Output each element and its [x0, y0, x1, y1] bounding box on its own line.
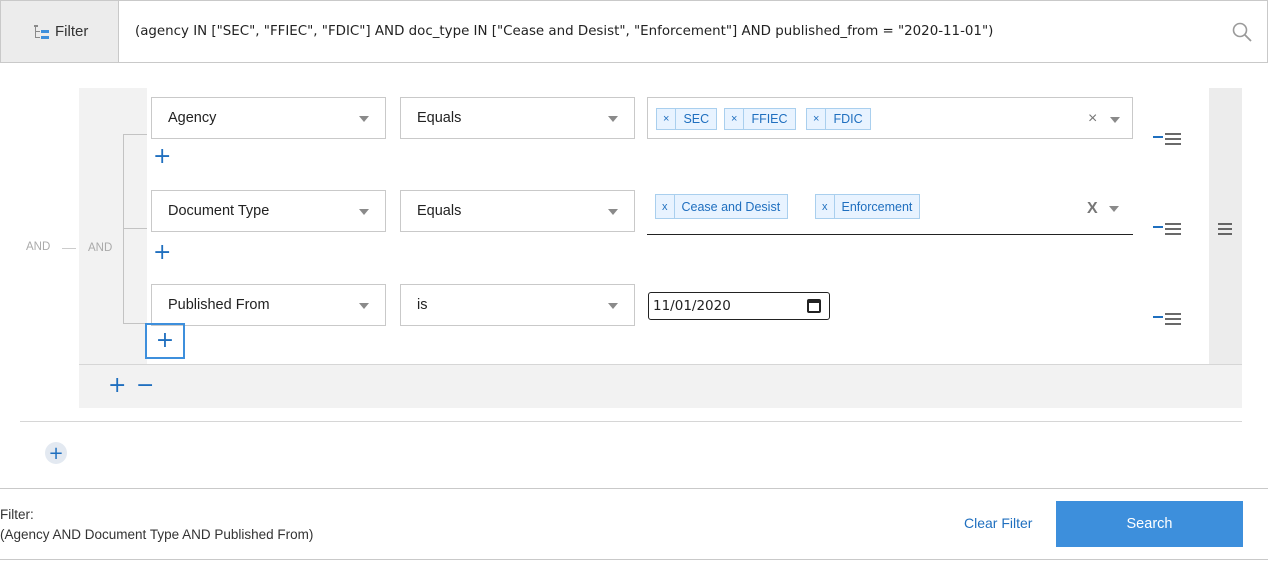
field-select-agency[interactable]: Agency: [151, 97, 386, 139]
footer-bar: Filter: (Agency AND Document Type AND Pu…: [0, 488, 1268, 560]
tag-label: FFIEC: [751, 112, 788, 126]
value-multiselect-document-type[interactable]: x Cease and Desist x Enforcement X: [647, 184, 1133, 235]
tree-branch: [123, 134, 147, 135]
tag-label: Enforcement: [841, 199, 913, 214]
field-select-value: Agency: [168, 110, 217, 126]
tag-remove-icon[interactable]: x: [656, 195, 675, 218]
add-row-button[interactable]: +: [153, 242, 171, 264]
outer-conjunction[interactable]: AND: [26, 241, 50, 253]
filter-tree-icon: [33, 23, 53, 41]
remove-group-button[interactable]: −: [136, 373, 154, 398]
chevron-down-icon: [608, 116, 618, 122]
clear-icon[interactable]: X: [1087, 200, 1098, 218]
inner-conjunction[interactable]: AND: [88, 242, 112, 254]
row-menu-icon[interactable]: [1153, 312, 1183, 326]
clear-icon[interactable]: ×: [1088, 110, 1097, 128]
tag-remove-icon[interactable]: ×: [807, 109, 827, 129]
chevron-down-icon[interactable]: [1110, 117, 1120, 123]
chevron-down-icon: [359, 116, 369, 122]
value-tag: x Enforcement: [815, 194, 921, 219]
field-select-value: Published From: [168, 297, 270, 313]
chevron-down-icon[interactable]: [1109, 206, 1119, 212]
chevron-down-icon: [359, 209, 369, 215]
operator-select-value: is: [417, 297, 428, 313]
footer-title: Filter:: [0, 507, 34, 522]
value-multiselect-agency[interactable]: × SEC × FFIEC × FDIC ×: [647, 97, 1133, 139]
filter-toggle-button[interactable]: Filter: [1, 1, 119, 62]
field-select-value: Document Type: [168, 203, 270, 219]
tag-label: SEC: [683, 112, 710, 126]
add-group-button[interactable]: +: [108, 373, 126, 398]
chevron-down-icon: [359, 303, 369, 309]
search-icon[interactable]: [1231, 21, 1253, 43]
tag-label: FDIC: [833, 112, 863, 126]
operator-select-value: Equals: [417, 110, 462, 126]
value-tag: × FFIEC: [724, 108, 796, 130]
value-tag: × SEC: [656, 108, 718, 130]
group-menu-icon[interactable]: [1217, 222, 1233, 236]
query-text[interactable]: (agency IN ["SEC", "FFIEC", "FDIC"] AND …: [135, 1, 993, 62]
clear-filter-link[interactable]: Clear Filter: [964, 515, 1032, 531]
add-row-button[interactable]: +: [153, 146, 171, 168]
add-root-group-button[interactable]: +: [45, 442, 67, 464]
field-select-published-from[interactable]: Published From: [151, 284, 386, 326]
operator-select-document-type[interactable]: Equals: [400, 190, 635, 232]
date-value: 11/01/2020: [653, 298, 731, 314]
tag-remove-icon[interactable]: ×: [725, 109, 745, 129]
tag-label: Cease and Desist: [681, 199, 781, 214]
operator-select-value: Equals: [417, 203, 462, 219]
operator-select-agency[interactable]: Equals: [400, 97, 635, 139]
filter-toggle-label: Filter: [55, 23, 89, 40]
field-select-document-type[interactable]: Document Type: [151, 190, 386, 232]
query-bar: Filter (agency IN ["SEC", "FFIEC", "FDIC…: [0, 0, 1268, 63]
divider: [79, 364, 1242, 365]
date-input[interactable]: 11/01/2020: [648, 292, 830, 320]
chevron-down-icon: [608, 209, 618, 215]
tag-remove-icon[interactable]: x: [816, 195, 835, 218]
filter-expression: (Agency AND Document Type AND Published …: [0, 527, 314, 542]
divider: [20, 421, 1242, 422]
tree-line: [123, 134, 124, 324]
value-tag: × FDIC: [806, 108, 871, 130]
calendar-icon[interactable]: [807, 299, 821, 313]
row-menu-icon[interactable]: [1153, 222, 1183, 236]
row-menu-icon[interactable]: [1153, 132, 1183, 146]
tree-branch: [123, 323, 147, 324]
value-tag: x Cease and Desist: [655, 194, 789, 219]
connector-line: [62, 248, 76, 249]
tree-branch: [123, 228, 147, 229]
search-button[interactable]: Search: [1056, 501, 1243, 547]
chevron-down-icon: [608, 303, 618, 309]
tag-remove-icon[interactable]: ×: [657, 109, 677, 129]
operator-select-published-from[interactable]: is: [400, 284, 635, 326]
add-row-button-focused[interactable]: +: [145, 323, 185, 359]
